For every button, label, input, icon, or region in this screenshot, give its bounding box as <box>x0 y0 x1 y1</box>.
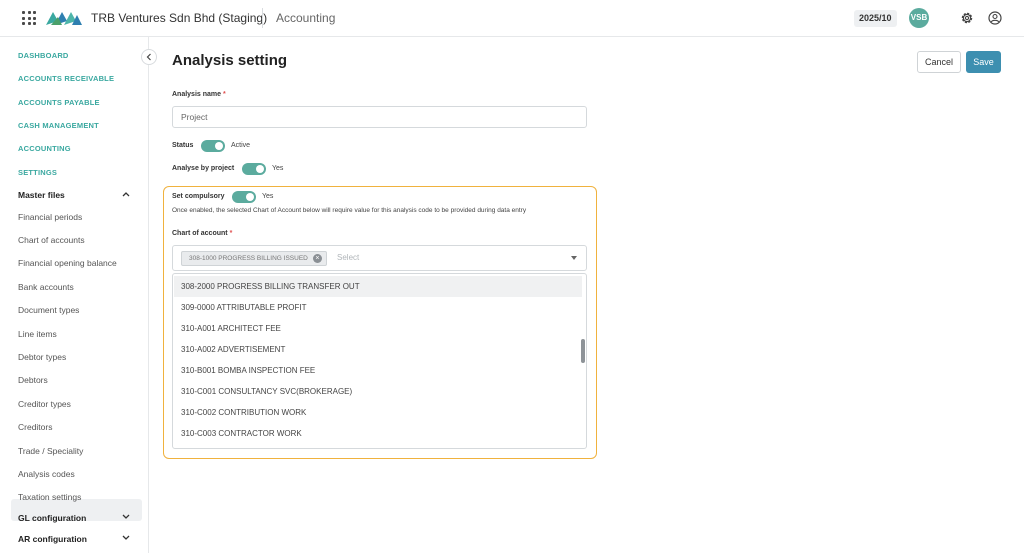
dropdown-option[interactable]: 310-C002 CONTRIBUTION WORK <box>174 402 582 423</box>
page-title: Analysis setting <box>172 52 288 69</box>
sidebar-item-financial-periods[interactable]: Financial periods <box>18 212 82 222</box>
nav-group-label: AR configuration <box>18 534 87 544</box>
set-compulsory-label: Set compulsory <box>172 193 225 200</box>
module-name: Accounting <box>276 11 336 25</box>
analysis-name-input[interactable]: Project <box>172 106 587 128</box>
dropdown-scrollbar[interactable] <box>581 339 585 363</box>
chevron-down-icon <box>122 514 130 519</box>
sidebar-item-creditors[interactable]: Creditors <box>18 422 52 432</box>
analysis-name-label: Analysis name * <box>172 91 226 98</box>
sidebar-item-trade-speciality[interactable]: Trade / Speciality <box>18 446 83 456</box>
nav-group-gl-configuration[interactable]: GL configuration <box>18 513 130 523</box>
sidebar-item-taxation-settings[interactable]: Taxation settings <box>18 492 81 502</box>
required-mark: * <box>222 91 226 98</box>
nav-cash-management[interactable]: CASH MANAGEMENT <box>18 121 99 130</box>
chart-of-account-label: Chart of account * <box>172 230 232 237</box>
nav-accounts-payable[interactable]: ACCOUNTS PAYABLE <box>18 98 100 107</box>
nav-settings[interactable]: SETTINGS <box>18 168 57 177</box>
apps-grid-icon[interactable] <box>22 11 36 25</box>
nav-group-ar-configuration[interactable]: AR configuration <box>18 534 130 544</box>
dropdown-option[interactable]: 310-A002 ADVERTISEMENT <box>174 339 582 360</box>
set-compulsory-value: Yes <box>262 193 274 200</box>
required-mark: * <box>229 230 233 237</box>
sidebar: DASHBOARD ACCOUNTS RECEIVABLE ACCOUNTS P… <box>0 37 149 553</box>
chevron-down-icon <box>122 535 130 540</box>
period-badge[interactable]: 2025/10 <box>854 10 897 27</box>
sidebar-item-bank-accounts[interactable]: Bank accounts <box>18 282 74 292</box>
topbar-divider <box>262 8 263 28</box>
gear-icon[interactable] <box>960 11 974 25</box>
nav-accounts-receivable[interactable]: ACCOUNTS RECEIVABLE <box>18 74 114 83</box>
sidebar-item-document-types[interactable]: Document types <box>18 305 79 315</box>
sidebar-item-debtor-types[interactable]: Debtor types <box>18 352 66 362</box>
nav-accounting[interactable]: ACCOUNTING <box>18 144 71 153</box>
chevron-up-icon <box>122 192 130 197</box>
analyse-by-project-label: Analyse by project <box>172 165 235 172</box>
status-toggle[interactable] <box>201 140 225 152</box>
nav-group-label: GL configuration <box>18 513 87 523</box>
sidebar-item-line-items[interactable]: Line items <box>18 329 57 339</box>
select-placeholder[interactable]: Select <box>337 253 359 262</box>
chip-remove-icon[interactable]: × <box>312 254 322 263</box>
sidebar-collapse-button[interactable] <box>141 49 157 65</box>
sidebar-item-financial-opening-balance[interactable]: Financial opening balance <box>18 258 117 268</box>
nav-group-master-files[interactable]: Master files <box>18 190 130 200</box>
save-button[interactable]: Save <box>966 51 1001 73</box>
set-compulsory-toggle[interactable] <box>232 191 256 203</box>
analysis-name-label-text: Analysis name <box>172 91 222 98</box>
dropdown-option[interactable]: 310-A001 ARCHITECT FEE <box>174 318 582 339</box>
cancel-button[interactable]: Cancel <box>917 51 961 73</box>
dropdown-option[interactable]: 310-C003 CONTRACTOR WORK <box>174 423 582 444</box>
user-profile-icon[interactable] <box>988 11 1002 25</box>
status-value: Active <box>231 142 251 149</box>
selected-account-chip: 308-1000 PROGRESS BILLING ISSUED × <box>181 251 327 266</box>
chart-of-account-label-text: Chart of account <box>172 230 228 237</box>
top-bar: TRB Ventures Sdn Bhd (Staging) Accountin… <box>0 0 1024 37</box>
chip-label: 308-1000 PROGRESS BILLING ISSUED <box>189 255 308 262</box>
chart-of-account-select[interactable]: 308-1000 PROGRESS BILLING ISSUED × Selec… <box>172 245 587 271</box>
company-logo[interactable] <box>46 9 82 27</box>
nav-group-label: Master files <box>18 190 65 200</box>
chevron-left-icon <box>146 53 151 61</box>
dropdown-option[interactable]: 310-C001 CONSULTANCY SVC(BROKERAGE) <box>174 381 582 402</box>
compulsory-hint-text: Once enabled, the selected Chart of Acco… <box>172 207 527 214</box>
caret-down-icon[interactable] <box>571 256 577 260</box>
analyse-by-project-value: Yes <box>272 165 284 172</box>
sidebar-item-creditor-types[interactable]: Creditor types <box>18 399 71 409</box>
sidebar-item-chart-of-accounts[interactable]: Chart of accounts <box>18 235 85 245</box>
nav-dashboard[interactable]: DASHBOARD <box>18 51 69 60</box>
dropdown-option[interactable]: 310-B001 BOMBA INSPECTION FEE <box>174 360 582 381</box>
sidebar-item-debtors[interactable]: Debtors <box>18 375 48 385</box>
analyse-by-project-toggle[interactable] <box>242 163 266 175</box>
avatar[interactable]: VSB <box>909 8 929 28</box>
dropdown-option[interactable]: 308-2000 PROGRESS BILLING TRANSFER OUT <box>174 276 582 297</box>
account-dropdown-list: 308-2000 PROGRESS BILLING TRANSFER OUT 3… <box>172 273 587 449</box>
sidebar-item-analysis-codes[interactable]: Analysis codes <box>18 469 75 479</box>
dropdown-option[interactable]: 309-0000 ATTRIBUTABLE PROFIT <box>174 297 582 318</box>
company-name[interactable]: TRB Ventures Sdn Bhd (Staging) <box>91 11 267 25</box>
status-label: Status <box>172 142 194 149</box>
